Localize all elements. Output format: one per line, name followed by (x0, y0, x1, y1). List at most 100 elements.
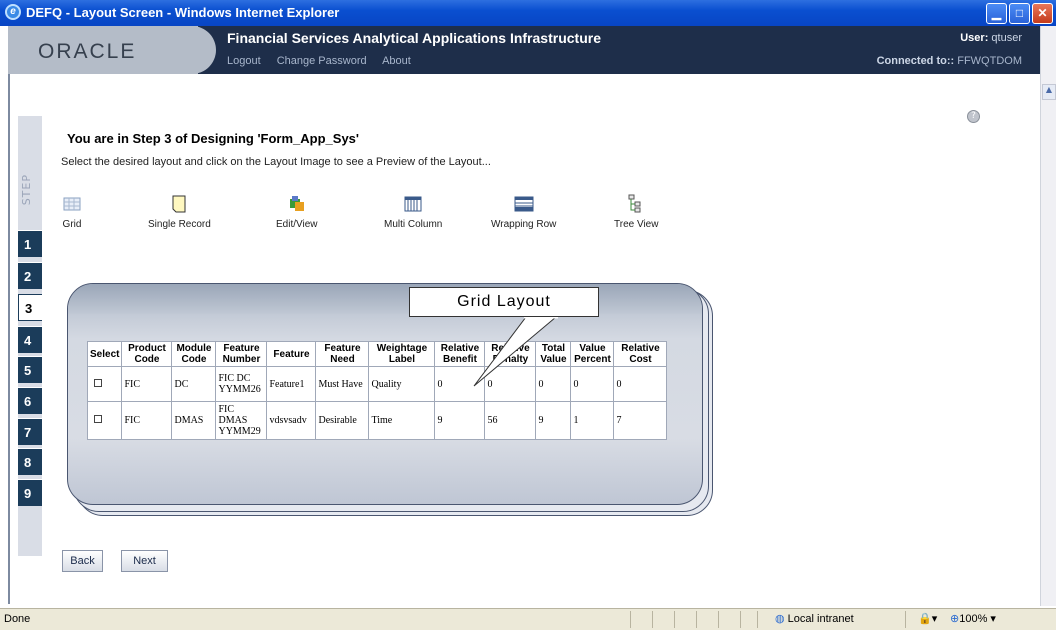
next-button[interactable]: Next (121, 550, 168, 572)
col-relative-cost: Relative Cost (613, 341, 668, 367)
vertical-scrollbar[interactable]: ▲ ▼ (1040, 26, 1056, 628)
connected-value: FFWQTDOM (957, 55, 1022, 67)
close-button[interactable]: ✕ (1032, 3, 1053, 24)
step-1[interactable]: 1 (18, 230, 42, 257)
table-cell: Feature1 (266, 366, 317, 402)
col-feature: Feature (266, 341, 317, 367)
user-label: User: (960, 32, 989, 44)
layout-edit-view-label: Edit/View (276, 219, 318, 230)
connected-label: Connected to:: (876, 55, 955, 67)
table-cell: FIC (121, 401, 173, 440)
layout-wrapping-row-label: Wrapping Row (491, 219, 557, 230)
status-divider (696, 611, 697, 628)
window-titlebar: e DEFQ - Layout Screen - Windows Interne… (0, 0, 1056, 26)
step-5[interactable]: 5 (18, 356, 42, 383)
row-checkbox[interactable] (94, 378, 102, 387)
preview-callout: Grid Layout (409, 287, 599, 317)
back-button[interactable]: Back (62, 550, 103, 572)
ie-icon: e (5, 4, 21, 20)
col-select: Select (86, 341, 123, 367)
instruction-text: Select the desired layout and click on t… (61, 156, 491, 168)
globe-icon: ◍ (775, 613, 785, 625)
window-title: DEFQ - Layout Screen - Windows Internet … (26, 5, 340, 20)
step-9[interactable]: 9 (18, 479, 42, 506)
step-4[interactable]: 4 (18, 326, 42, 353)
step-3[interactable]: 3 (18, 294, 42, 321)
status-divider (740, 611, 741, 628)
table-cell: FIC (121, 366, 173, 402)
zoom-value: 100% (959, 613, 988, 625)
step-8[interactable]: 8 (18, 448, 42, 475)
layout-edit-view[interactable]: Edit/View (276, 194, 318, 230)
status-divider (674, 611, 675, 628)
layout-multi-column[interactable]: Multi Column (384, 194, 442, 230)
protected-mode-icon[interactable]: 🔒▾ (918, 612, 937, 625)
table-cell: FIC DMAS YYMM29 (215, 401, 268, 440)
row-checkbox[interactable] (94, 415, 102, 423)
minimize-button[interactable]: ▁ (986, 3, 1007, 24)
help-icon[interactable]: ? (967, 110, 980, 123)
layout-wrapping-row[interactable]: Wrapping Row (491, 194, 556, 230)
row-select-cell (86, 366, 123, 402)
col-feature-number: Feature Number (215, 341, 268, 367)
page-title: You are in Step 3 of Designing 'Form_App… (67, 131, 359, 146)
layout-single-record[interactable]: Single Record (148, 194, 211, 230)
user-value: qtuser (991, 32, 1022, 44)
security-zone[interactable]: ◍ Local intranet (775, 612, 854, 625)
status-divider (652, 611, 653, 628)
grid-icon[interactable] (62, 194, 82, 214)
status-divider (718, 611, 719, 628)
table-row: FIC DMAS FIC DMAS YYMM29 vdsvsadv Desira… (86, 401, 668, 440)
tree-view-icon[interactable] (626, 194, 646, 214)
col-product-code: Product Code (121, 341, 173, 367)
table-cell: DMAS (171, 401, 217, 440)
layout-grid-label: Grid (62, 219, 82, 230)
zone-label: Local intranet (787, 613, 854, 625)
layout-multi-column-label: Multi Column (384, 219, 443, 230)
change-password-link[interactable]: Change Password (277, 55, 367, 67)
status-divider (905, 611, 906, 628)
layout-tree-view[interactable]: Tree View (614, 194, 658, 230)
layout-grid[interactable]: Grid (62, 194, 82, 230)
step-6[interactable]: 6 (18, 387, 42, 414)
step-2[interactable]: 2 (18, 262, 42, 289)
app-title: Financial Services Analytical Applicatio… (227, 30, 601, 46)
zoom-control[interactable]: ⊕100% ▾ (950, 612, 996, 625)
connection-info: Connected to:: FFWQTDOM (877, 55, 1022, 67)
wrapping-row-icon[interactable] (514, 194, 534, 214)
logout-link[interactable]: Logout (227, 55, 261, 67)
status-divider (630, 611, 631, 628)
table-cell: Must Have (315, 366, 370, 402)
table-cell: DC (171, 366, 217, 402)
step-label: STEP (20, 174, 33, 206)
table-cell: Desirable (315, 401, 370, 440)
table-cell: FIC DC YYMM26 (215, 366, 268, 402)
callout-pointer (473, 316, 558, 387)
row-select-cell (86, 401, 123, 440)
multi-column-icon[interactable] (403, 194, 423, 214)
app-header: ORACLE Financial Services Analytical App… (8, 26, 1040, 74)
layout-tree-view-label: Tree View (614, 219, 659, 230)
user-info: User: qtuser (960, 32, 1022, 44)
status-text: Done (4, 613, 31, 625)
table-cell: vdsvsadv (266, 401, 317, 440)
table-cell: 1 (570, 401, 615, 440)
edit-view-icon[interactable] (287, 194, 307, 214)
header-links: Logout Change Password About (227, 55, 424, 67)
table-cell: 56 (484, 401, 537, 440)
status-bar: Done ◍ Local intranet 🔒▾ ⊕100% ▾ (0, 608, 1056, 630)
col-feature-need: Feature Need (315, 341, 370, 367)
scroll-up-icon[interactable]: ▲ (1042, 84, 1056, 100)
col-weightage-label: Weightage Label (368, 341, 436, 367)
about-link[interactable]: About (382, 55, 411, 67)
table-cell: Quality (368, 366, 436, 402)
status-divider (757, 611, 758, 628)
zoom-icon: ⊕ (950, 613, 960, 625)
col-module-code: Module Code (171, 341, 217, 367)
table-cell: 0 (613, 366, 668, 402)
table-cell: 9 (434, 401, 486, 440)
maximize-button[interactable]: □ (1009, 3, 1030, 24)
step-7[interactable]: 7 (18, 418, 42, 445)
single-record-icon[interactable] (169, 194, 189, 214)
table-cell: 9 (535, 401, 572, 440)
